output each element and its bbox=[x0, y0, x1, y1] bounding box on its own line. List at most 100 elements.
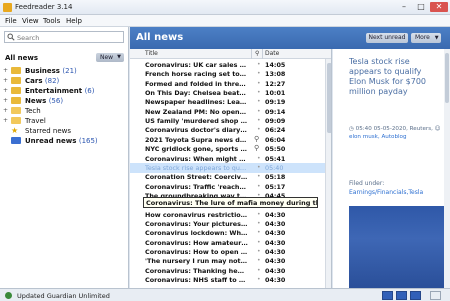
news-title: Coronavirus lockdown: When ... bbox=[145, 229, 248, 238]
unread-icon bbox=[11, 137, 21, 144]
settings-icon[interactable] bbox=[430, 291, 441, 300]
read-status-icon[interactable]: • bbox=[257, 117, 261, 124]
news-title: New Zealand PM: No open bord... bbox=[145, 107, 248, 116]
all-news-label[interactable]: All news bbox=[5, 54, 38, 62]
search-input[interactable] bbox=[17, 33, 121, 42]
read-status-icon[interactable]: • bbox=[257, 257, 261, 264]
folder-label: Business bbox=[25, 67, 60, 75]
news-title: Coronavirus: Traffic 'reaching e... bbox=[145, 182, 248, 191]
news-date: 04:30 bbox=[265, 266, 286, 275]
news-title: Formed and folded in three yea... bbox=[145, 79, 248, 88]
layout-icon[interactable] bbox=[396, 291, 407, 300]
read-status-icon[interactable]: • bbox=[257, 155, 261, 162]
read-status-icon[interactable]: • bbox=[257, 267, 261, 274]
status-icon bbox=[5, 292, 12, 299]
read-status-icon[interactable]: • bbox=[257, 220, 261, 227]
news-date: 05:41 bbox=[265, 154, 286, 163]
read-status-icon[interactable]: • bbox=[257, 211, 261, 218]
expand-icon[interactable]: + bbox=[3, 117, 8, 124]
expand-icon[interactable]: + bbox=[3, 97, 8, 104]
next-unread-button[interactable]: Next unread bbox=[366, 33, 408, 43]
menu-tools[interactable]: Tools bbox=[43, 17, 60, 25]
read-status-icon[interactable]: • bbox=[257, 239, 261, 246]
news-date: 05:18 bbox=[265, 173, 286, 182]
sidebar-item-news[interactable]: + News (56) bbox=[0, 96, 128, 106]
read-status-icon[interactable]: • bbox=[257, 248, 261, 255]
sidebar-item-unread[interactable]: Unread news (165) bbox=[0, 136, 128, 146]
status-text: Updated Guardian Unlimited bbox=[17, 292, 110, 300]
scrollbar-thumb[interactable] bbox=[445, 53, 449, 103]
column-divider[interactable] bbox=[251, 49, 252, 59]
unread-count: (82) bbox=[44, 77, 60, 85]
minimize-button[interactable]: – bbox=[396, 2, 412, 12]
folder-label: Tech bbox=[25, 107, 41, 115]
maximize-button[interactable]: □ bbox=[413, 2, 429, 12]
read-status-icon[interactable]: • bbox=[257, 173, 261, 180]
article-title[interactable]: Tesla stock rise appears to qualify Elon… bbox=[349, 57, 441, 97]
preview-scrollbar[interactable] bbox=[444, 49, 450, 288]
layout-icon[interactable] bbox=[382, 291, 393, 300]
sidebar-item-entertainment[interactable]: + Entertainment (6) bbox=[0, 86, 128, 96]
table-row[interactable]: Coronavirus: NHS staff to help ... • 04:30 bbox=[130, 275, 325, 285]
news-title: Coronation Street: Coercive co... bbox=[145, 173, 248, 182]
article-categories[interactable]: Earnings/Financials,Tesla bbox=[349, 189, 423, 196]
read-status-icon[interactable]: • bbox=[257, 89, 261, 96]
more-button[interactable]: More ▼ bbox=[411, 33, 441, 43]
news-date: 06:24 bbox=[265, 126, 286, 135]
column-divider[interactable] bbox=[262, 49, 263, 59]
news-date: 04:30 bbox=[265, 257, 286, 266]
sidebar-item-business[interactable]: + Business (21) bbox=[0, 66, 128, 76]
read-status-icon[interactable]: • bbox=[257, 98, 261, 105]
folder-icon bbox=[11, 117, 21, 124]
expand-icon[interactable]: + bbox=[3, 87, 8, 94]
menu-bar: File View Tools Help bbox=[0, 15, 450, 27]
new-button[interactable]: New ▼ bbox=[96, 53, 124, 62]
chevron-down-icon: ▼ bbox=[117, 54, 121, 60]
menu-file[interactable]: File bbox=[5, 17, 17, 25]
read-status-icon[interactable]: • bbox=[257, 80, 261, 87]
read-status-icon[interactable]: • bbox=[257, 126, 261, 133]
read-status-icon[interactable]: • bbox=[257, 61, 261, 68]
expand-icon[interactable]: + bbox=[3, 67, 8, 74]
article-meta: ◷ 05:40 05-05-2020, Reuters, ☺ elon musk… bbox=[349, 125, 441, 141]
attachment-column-icon[interactable]: ⚲ bbox=[255, 50, 259, 57]
article-feed[interactable]: Autoblog bbox=[381, 134, 406, 140]
close-button[interactable]: ✕ bbox=[430, 2, 448, 12]
menu-help[interactable]: Help bbox=[66, 17, 82, 25]
attachment-icon: ⚲ bbox=[254, 144, 260, 153]
layout-icon[interactable] bbox=[410, 291, 421, 300]
read-status-icon[interactable]: • bbox=[257, 164, 261, 171]
news-date: 04:30 bbox=[265, 276, 286, 285]
news-title: Coronavirus: NHS staff to help ... bbox=[145, 276, 248, 285]
folder-icon bbox=[11, 67, 21, 74]
news-title: Coronavirus: When might Holly... bbox=[145, 154, 248, 163]
sidebar-item-starred[interactable]: ★ Starred news bbox=[0, 126, 128, 136]
read-status-icon[interactable]: • bbox=[257, 183, 261, 190]
more-button-label: More bbox=[415, 34, 430, 41]
column-date[interactable]: Date bbox=[265, 50, 279, 57]
unread-count: (165) bbox=[78, 137, 98, 145]
list-scrollbar[interactable] bbox=[325, 59, 331, 288]
menu-view[interactable]: View bbox=[22, 17, 39, 25]
article-author[interactable]: elon musk, bbox=[349, 134, 380, 140]
expand-icon[interactable]: + bbox=[3, 77, 8, 84]
sidebar-item-tech[interactable]: + Tech bbox=[0, 106, 128, 116]
unread-count: (21) bbox=[62, 67, 77, 75]
news-date: 04:30 bbox=[265, 229, 286, 238]
read-status-icon[interactable]: • bbox=[257, 229, 261, 236]
news-title: Coronavirus: Thanking healthc... bbox=[145, 266, 248, 275]
news-list: Title ⚲ Date Coronavirus: UK car sales p… bbox=[130, 49, 332, 288]
folder-icon bbox=[11, 87, 21, 94]
search-box[interactable] bbox=[4, 31, 124, 43]
sidebar-item-cars[interactable]: + Cars (82) bbox=[0, 76, 128, 86]
expand-icon[interactable]: + bbox=[3, 107, 8, 114]
read-status-icon[interactable]: • bbox=[257, 108, 261, 115]
scrollbar-thumb[interactable] bbox=[327, 63, 331, 133]
column-title[interactable]: Title bbox=[145, 50, 158, 57]
read-status-icon[interactable]: • bbox=[257, 276, 261, 283]
app-icon bbox=[3, 3, 12, 12]
read-status-icon[interactable]: • bbox=[257, 70, 261, 77]
sidebar: All news New ▼ + Business (21) + Cars (8… bbox=[0, 27, 129, 288]
sidebar-item-travel[interactable]: + Travel bbox=[0, 116, 128, 126]
folder-label: Starred news bbox=[25, 127, 72, 135]
